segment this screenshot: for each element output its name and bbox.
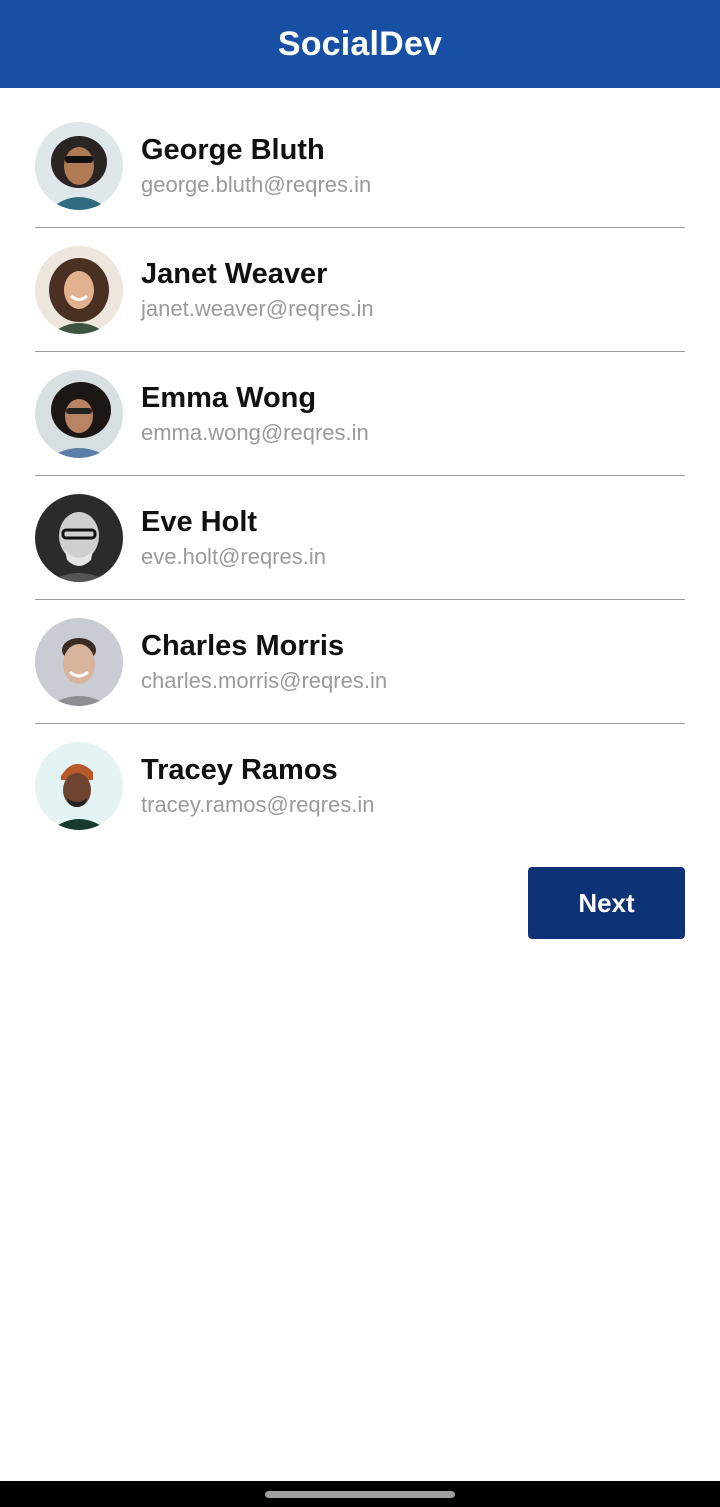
user-list-item[interactable]: Charles Morris charles.morris@reqres.in bbox=[35, 600, 685, 724]
user-name: Eve Holt bbox=[141, 505, 258, 538]
avatar-image bbox=[35, 121, 123, 210]
user-text: Emma Wong emma.wong@reqres.in bbox=[141, 380, 369, 448]
system-nav-bar bbox=[0, 1481, 720, 1507]
user-email: eve.holt@reqres.in bbox=[141, 543, 326, 569]
user-text: Tracey Ramos tracey.ramos@reqres.in bbox=[141, 752, 374, 820]
user-list-item[interactable]: George Bluth george.bluth@reqres.in bbox=[35, 104, 685, 228]
avatar-image bbox=[35, 493, 123, 582]
user-avatar bbox=[35, 741, 123, 830]
app-screen: SocialDev George Bluth george.bluth@reqr… bbox=[0, 0, 720, 1507]
avatar-image bbox=[35, 245, 123, 334]
user-email: emma.wong@reqres.in bbox=[141, 419, 369, 445]
app-bar: SocialDev bbox=[0, 0, 720, 88]
home-indicator[interactable] bbox=[265, 1491, 455, 1498]
avatar-image bbox=[35, 741, 123, 830]
user-name: Emma Wong bbox=[141, 381, 317, 414]
user-text: Charles Morris charles.morris@reqres.in bbox=[141, 628, 387, 696]
user-name: Tracey Ramos bbox=[141, 753, 338, 786]
user-list: George Bluth george.bluth@reqres.in Jane… bbox=[35, 104, 685, 847]
app-title: SocialDev bbox=[277, 24, 443, 63]
avatar-image bbox=[35, 369, 123, 458]
user-list-item[interactable]: Eve Holt eve.holt@reqres.in bbox=[35, 476, 685, 600]
user-email: george.bluth@reqres.in bbox=[141, 171, 372, 197]
user-list-item[interactable]: Emma Wong emma.wong@reqres.in bbox=[35, 352, 685, 476]
user-list-item[interactable]: Janet Weaver janet.weaver@reqres.in bbox=[35, 228, 685, 352]
user-email: janet.weaver@reqres.in bbox=[141, 295, 374, 321]
user-text: Janet Weaver janet.weaver@reqres.in bbox=[141, 256, 374, 324]
user-avatar bbox=[35, 369, 123, 458]
user-name: Charles Morris bbox=[141, 629, 345, 662]
user-avatar bbox=[35, 493, 123, 582]
user-email: charles.morris@reqres.in bbox=[141, 667, 388, 693]
user-name: Janet Weaver bbox=[141, 257, 328, 290]
user-name: George Bluth bbox=[141, 133, 325, 166]
user-avatar bbox=[35, 245, 123, 334]
avatar-image bbox=[35, 617, 123, 706]
user-text: George Bluth george.bluth@reqres.in bbox=[141, 132, 371, 200]
user-avatar bbox=[35, 121, 123, 210]
user-avatar bbox=[35, 617, 123, 706]
user-list-item[interactable]: Tracey Ramos tracey.ramos@reqres.in bbox=[35, 724, 685, 847]
next-button[interactable]: Next bbox=[528, 867, 685, 939]
user-email: tracey.ramos@reqres.in bbox=[141, 791, 375, 817]
user-text: Eve Holt eve.holt@reqres.in bbox=[141, 504, 326, 572]
